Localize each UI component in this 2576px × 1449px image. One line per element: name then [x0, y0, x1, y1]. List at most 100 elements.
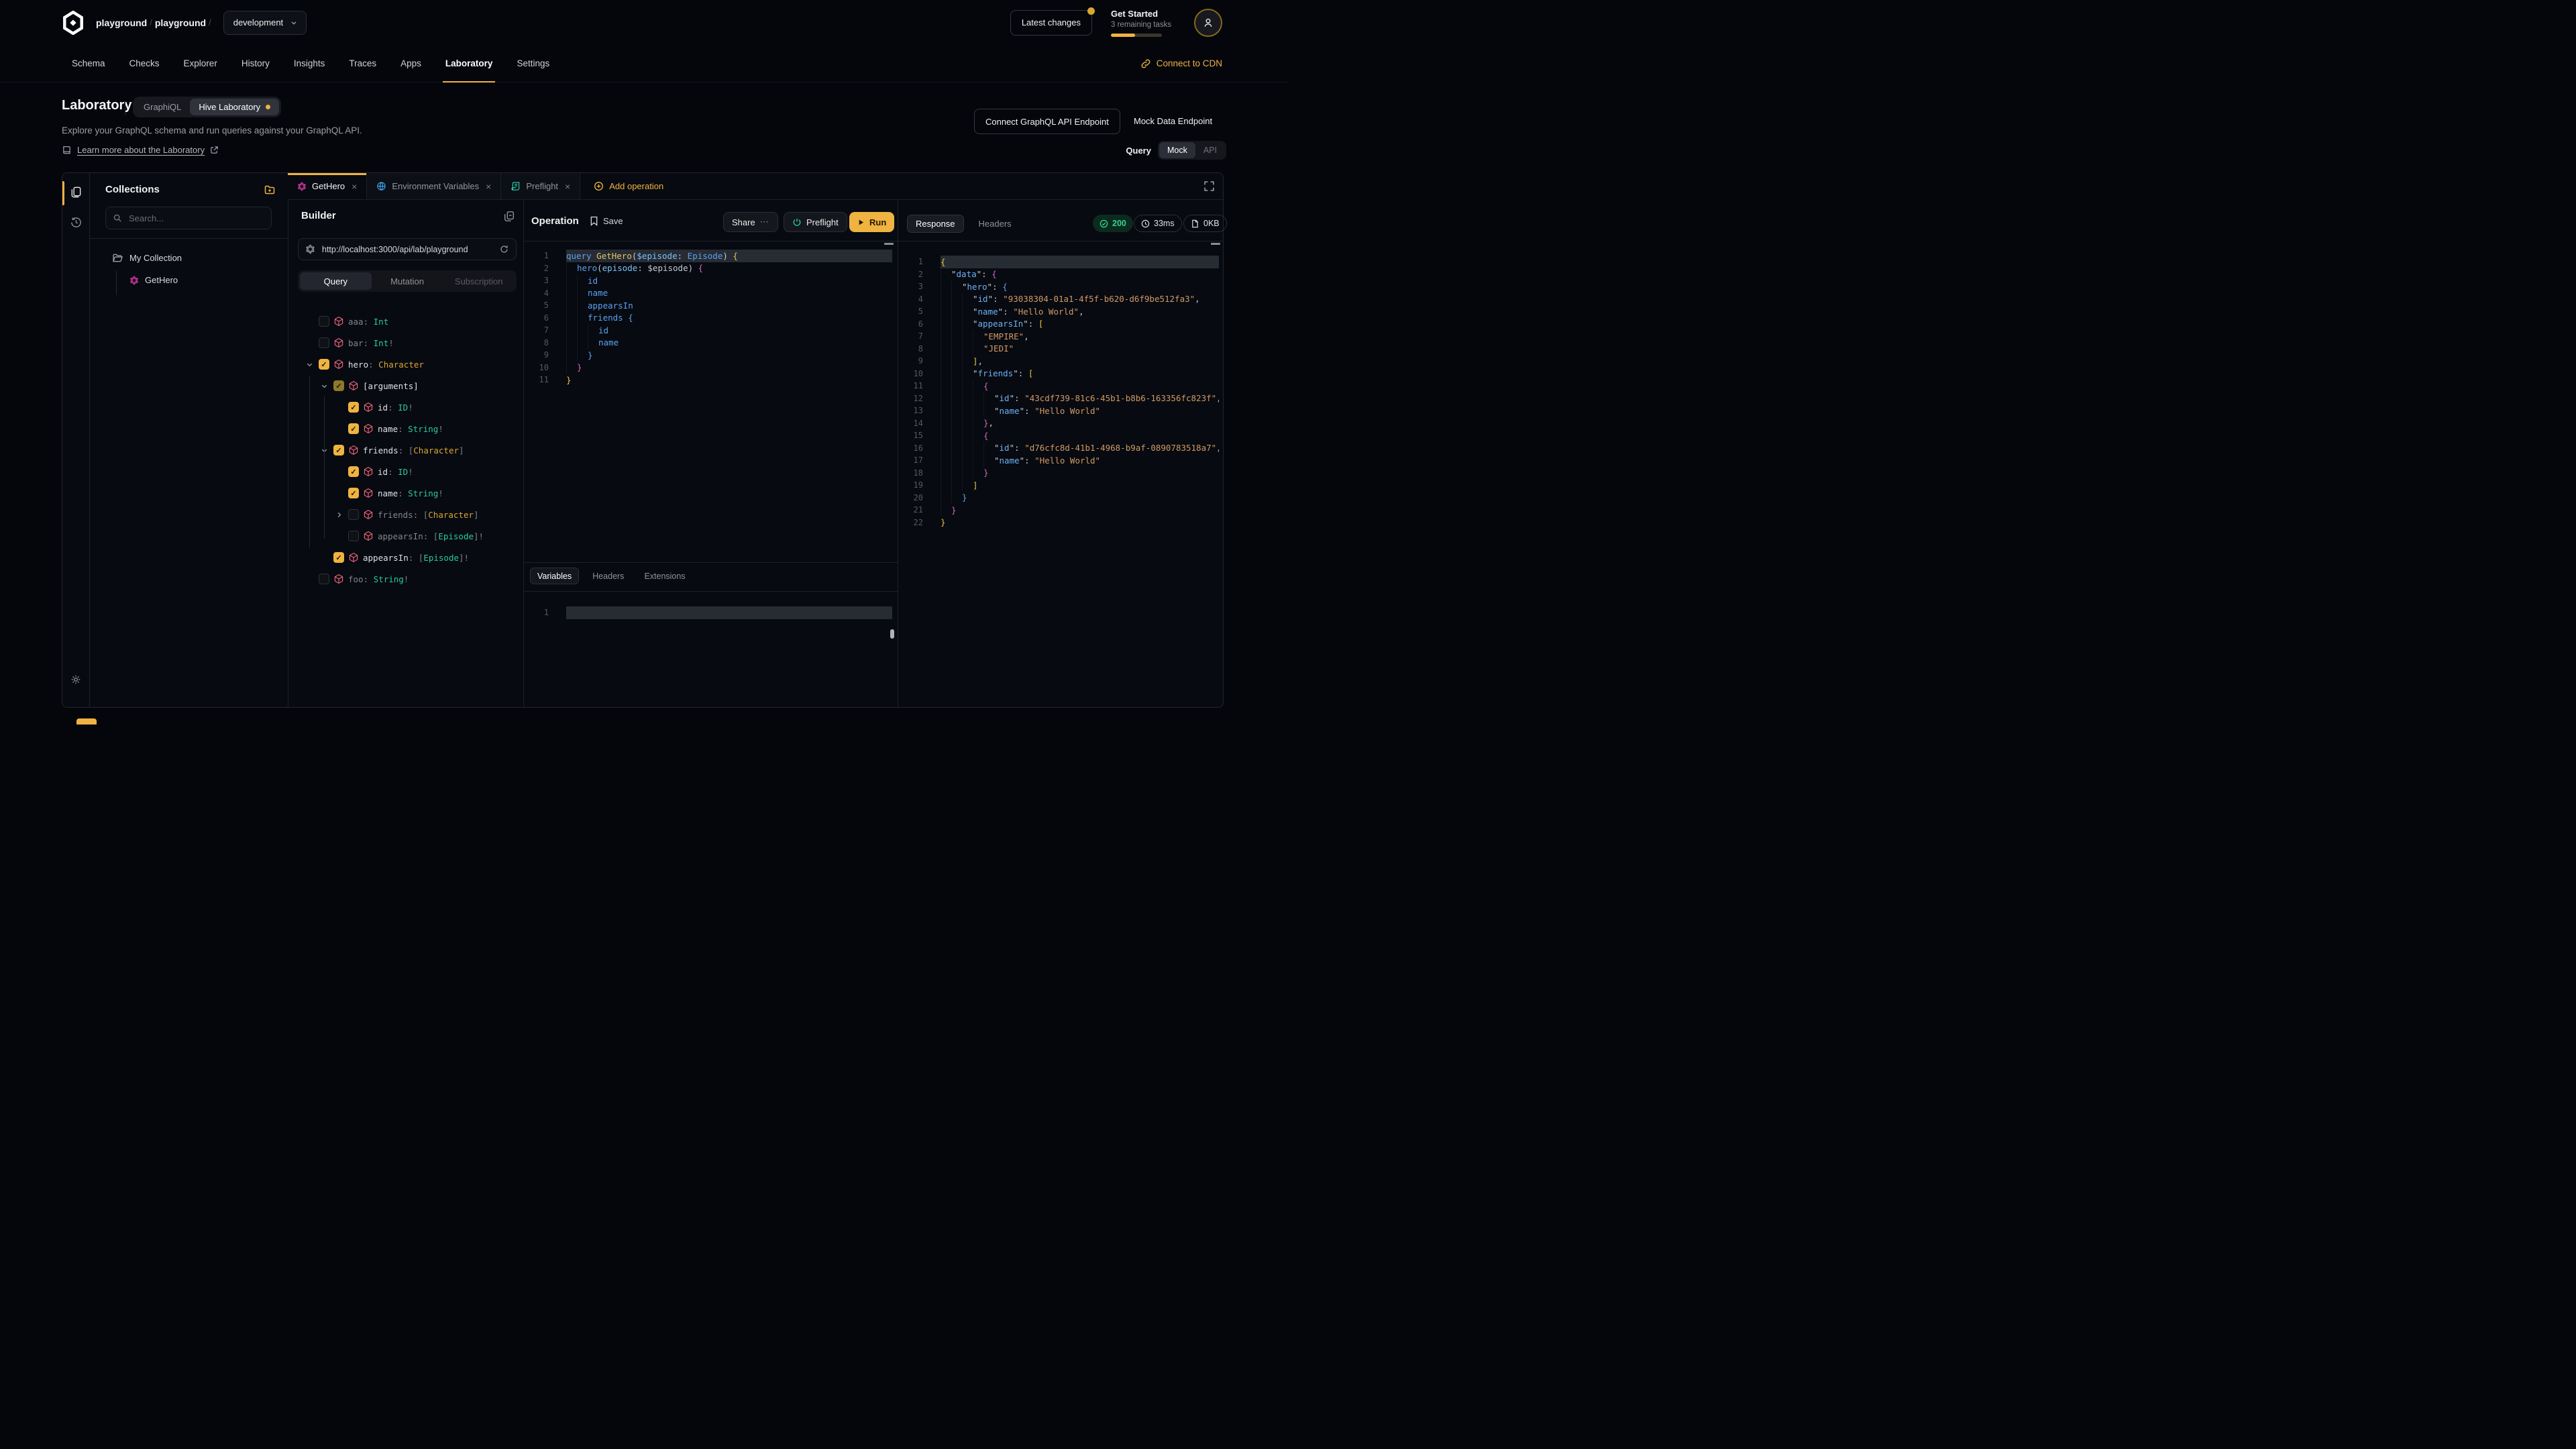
toast-peek[interactable]: [76, 718, 97, 724]
editor-collapse-handle[interactable]: [884, 243, 894, 245]
breadcrumb-project[interactable]: playground: [155, 17, 206, 28]
nav-tab-insights[interactable]: Insights: [294, 45, 325, 82]
avatar[interactable]: [1194, 9, 1222, 37]
checkbox[interactable]: ✓: [333, 445, 344, 455]
code-line[interactable]: 1: [523, 606, 898, 619]
nav-tab-history[interactable]: History: [241, 45, 270, 82]
variables-tab-headers[interactable]: Headers: [586, 568, 631, 584]
nav-tab-laboratory[interactable]: Laboratory: [445, 45, 493, 82]
checkbox[interactable]: [319, 337, 329, 348]
kind-query[interactable]: Query: [300, 272, 372, 290]
variables-tab-extensions[interactable]: Extensions: [637, 568, 692, 584]
close-icon[interactable]: ×: [565, 181, 570, 192]
workspace-tab-gethero[interactable]: GetHero×: [288, 173, 367, 199]
checkbox[interactable]: ✓: [348, 488, 359, 498]
kind-subscription[interactable]: Subscription: [443, 272, 515, 290]
variables-editor[interactable]: 1: [523, 606, 898, 619]
tree-row[interactable]: ✓appearsIn: [Episode]!: [299, 547, 1219, 568]
preflight-button[interactable]: Preflight: [784, 212, 847, 232]
share-button[interactable]: Share ⋯: [723, 212, 778, 232]
code-line[interactable]: 17"name": "Hello World": [898, 454, 1224, 467]
code-line[interactable]: 10"friends": [: [898, 368, 1224, 380]
code-line[interactable]: 15{: [898, 429, 1224, 442]
refresh-icon[interactable]: [499, 244, 509, 254]
fullscreen-icon[interactable]: [1203, 180, 1215, 192]
environment-select[interactable]: development: [223, 11, 307, 35]
nav-tab-traces[interactable]: Traces: [349, 45, 376, 82]
kind-mutation[interactable]: Mutation: [372, 272, 443, 290]
add-operation-button[interactable]: Add operation: [580, 173, 677, 199]
code-line[interactable]: 2"data": {: [898, 268, 1224, 281]
checkbox[interactable]: [348, 531, 359, 541]
code-line[interactable]: 16"id": "d76cfc8d-41b1-4968-b9af-0890783…: [898, 442, 1224, 455]
code-line[interactable]: 2hero(episode: $episode) {: [523, 262, 898, 275]
checkbox[interactable]: [319, 316, 329, 327]
search-input[interactable]: [127, 213, 264, 224]
mode-option-hive-laboratory[interactable]: Hive Laboratory: [190, 99, 279, 115]
code-line[interactable]: 14},: [898, 417, 1224, 430]
code-line[interactable]: 1query GetHero($episode: Episode) {: [523, 250, 898, 262]
workspace-tab-preflight[interactable]: Preflight×: [501, 173, 580, 199]
mock-data-endpoint-button[interactable]: Mock Data Endpoint: [1134, 109, 1212, 133]
nav-tab-schema[interactable]: Schema: [72, 45, 105, 82]
code-line[interactable]: 22}: [898, 517, 1224, 529]
variables-tab-variables[interactable]: Variables: [530, 568, 579, 584]
scrollbar-thumb[interactable]: [890, 629, 894, 639]
code-line[interactable]: 19]: [898, 479, 1224, 492]
nav-tab-explorer[interactable]: Explorer: [184, 45, 217, 82]
response-tab-headers[interactable]: Headers: [971, 215, 1020, 233]
code-line[interactable]: 9}: [523, 349, 898, 362]
code-line[interactable]: 6"appearsIn": [: [898, 318, 1224, 331]
checkbox[interactable]: ✓: [348, 466, 359, 477]
code-line[interactable]: 12"id": "43cdf739-81c6-45b1-b8b6-163356f…: [898, 392, 1224, 405]
history-rail-icon[interactable]: [70, 216, 83, 229]
checkbox[interactable]: [319, 574, 329, 584]
collections-rail-icon[interactable]: [70, 186, 83, 199]
query-editor[interactable]: 1query GetHero($episode: Episode) {2hero…: [523, 250, 898, 386]
nav-tab-checks[interactable]: Checks: [129, 45, 160, 82]
hive-logo-icon[interactable]: [61, 11, 85, 35]
code-line[interactable]: 4"id": "93038304-01a1-4f5f-b620-d6f9be51…: [898, 293, 1224, 306]
nav-tab-settings[interactable]: Settings: [517, 45, 549, 82]
chevron-down-icon[interactable]: [304, 359, 315, 370]
workspace-tab-environment-variables[interactable]: Environment Variables×: [367, 173, 501, 199]
checkbox[interactable]: [348, 509, 359, 520]
response-tab-response[interactable]: Response: [907, 215, 964, 233]
code-line[interactable]: 20}: [898, 492, 1224, 504]
code-line[interactable]: 4name: [523, 287, 898, 300]
code-line[interactable]: 9],: [898, 355, 1224, 368]
chevron-down-icon[interactable]: [319, 380, 329, 391]
code-line[interactable]: 3id: [523, 274, 898, 287]
nav-tab-apps[interactable]: Apps: [400, 45, 421, 82]
copy-icon[interactable]: [503, 210, 515, 222]
save-button[interactable]: Save: [590, 216, 623, 226]
code-line[interactable]: 5"name": "Hello World",: [898, 305, 1224, 318]
editor-collapse-handle[interactable]: [1211, 243, 1220, 245]
add-collection-icon[interactable]: [264, 184, 276, 196]
code-line[interactable]: 7"EMPIRE",: [898, 330, 1224, 343]
checkbox[interactable]: ✓: [348, 423, 359, 434]
code-line[interactable]: 13"name": "Hello World": [898, 405, 1224, 417]
checkbox[interactable]: ✓: [319, 359, 329, 370]
latest-changes-button[interactable]: Latest changes: [1010, 10, 1092, 36]
response-editor[interactable]: 1{2"data": {3"hero": {4"id": "93038304-0…: [898, 256, 1224, 529]
code-line[interactable]: 8"JEDI": [898, 343, 1224, 356]
code-line[interactable]: 18}: [898, 467, 1224, 480]
code-line[interactable]: 10}: [523, 362, 898, 374]
code-line[interactable]: 6friends {: [523, 312, 898, 325]
collection-folder[interactable]: My Collection: [112, 252, 182, 264]
checkbox[interactable]: ✓: [333, 380, 344, 391]
query-mode-option-mock[interactable]: Mock: [1159, 142, 1195, 158]
breadcrumb-org[interactable]: playground: [96, 17, 147, 28]
run-button[interactable]: Run: [849, 212, 894, 232]
code-line[interactable]: 3"hero": {: [898, 280, 1224, 293]
code-line[interactable]: 8name: [523, 337, 898, 350]
connect-to-cdn-link[interactable]: Connect to CDN: [1140, 58, 1222, 69]
code-line[interactable]: 11}: [523, 374, 898, 386]
code-line[interactable]: 21}: [898, 504, 1224, 517]
code-line[interactable]: 11{: [898, 380, 1224, 392]
settings-gear-icon[interactable]: [70, 674, 82, 686]
query-mode-option-api[interactable]: API: [1195, 142, 1225, 158]
learn-more-link[interactable]: Learn more about the Laboratory: [62, 145, 219, 155]
more-options-icon[interactable]: ⋯: [760, 217, 769, 227]
